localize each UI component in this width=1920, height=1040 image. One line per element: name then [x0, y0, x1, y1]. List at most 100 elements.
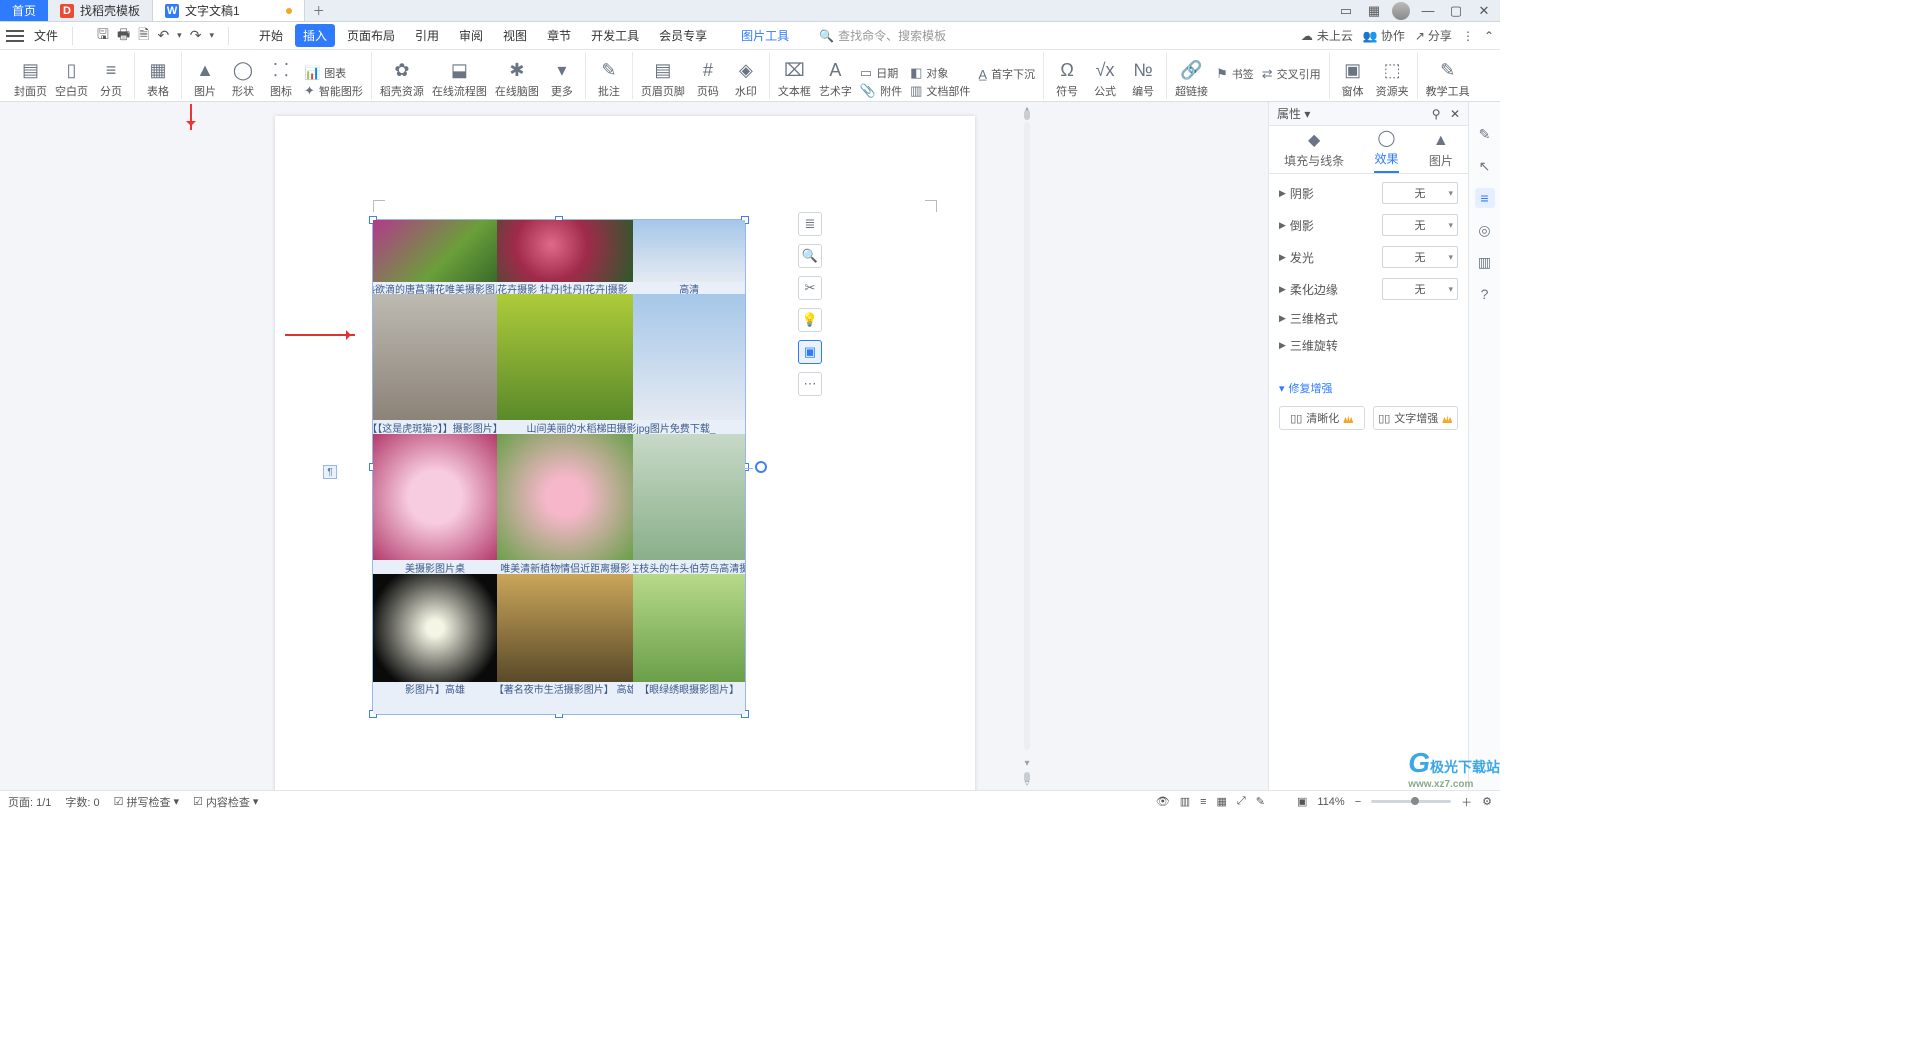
- text-enhance-button[interactable]: ▯▯文字增强: [1373, 406, 1459, 430]
- spellcheck-toggle[interactable]: ☑拼写检查 ▾: [114, 794, 179, 810]
- glow-dropdown[interactable]: 无: [1382, 246, 1458, 268]
- rail-properties-icon[interactable]: ≡: [1475, 188, 1495, 208]
- image-button[interactable]: ▲图片: [190, 59, 220, 99]
- view-print-icon[interactable]: ▥: [1180, 795, 1190, 808]
- tab-templates[interactable]: D 找稻壳模板: [48, 0, 153, 21]
- undo-icon[interactable]: ↶: [157, 27, 169, 44]
- view-fullscreen-icon[interactable]: ⤢: [1237, 795, 1246, 808]
- cloud-status[interactable]: ☁未上云: [1301, 27, 1353, 44]
- rotate-handle[interactable]: [755, 461, 767, 473]
- word-count[interactable]: 字数: 0: [65, 794, 99, 810]
- layout-toggle-icon[interactable]: ▭: [1336, 1, 1356, 21]
- comment-button[interactable]: ✎批注: [594, 59, 624, 99]
- view-outline-icon[interactable]: ▦: [1217, 795, 1227, 808]
- file-menu[interactable]: 文件: [34, 27, 58, 44]
- paragraph-anchor-icon[interactable]: ¶: [323, 465, 337, 479]
- icon-button[interactable]: ⸬图标: [266, 59, 296, 99]
- new-tab-button[interactable]: ＋: [305, 0, 333, 21]
- tab-insert[interactable]: 插入: [295, 24, 335, 47]
- shape-button[interactable]: ◯形状: [228, 59, 258, 99]
- close-button[interactable]: ✕: [1474, 1, 1494, 21]
- object-button[interactable]: ◧对象: [910, 65, 970, 81]
- vertical-scrollbar[interactable]: ▴ ▾ ▿: [1022, 102, 1032, 790]
- zoom-in-button[interactable]: ＋: [1461, 794, 1472, 810]
- equation-button[interactable]: √x公式: [1090, 59, 1120, 99]
- ribbon-collapse-icon[interactable]: ⌃: [1484, 29, 1494, 43]
- online-flowchart-button[interactable]: ⬓在线流程图: [432, 59, 487, 99]
- crop-button[interactable]: ✂: [798, 276, 822, 300]
- tab-home[interactable]: 首页: [0, 0, 48, 21]
- zoom-out-button[interactable]: −: [1355, 796, 1361, 808]
- blank-page-button[interactable]: ▯空白页: [55, 59, 88, 99]
- panel-tab-effect[interactable]: ◯效果: [1374, 128, 1398, 173]
- wordart-button[interactable]: A艺术字: [819, 59, 852, 99]
- redo-dropdown-icon[interactable]: ▾: [209, 30, 214, 41]
- textbox-button[interactable]: ⌧文本框: [778, 59, 811, 99]
- user-avatar[interactable]: [1392, 2, 1410, 20]
- more-button[interactable]: ▾更多: [547, 59, 577, 99]
- tab-vip[interactable]: 会员专享: [651, 24, 715, 47]
- glow-section[interactable]: ▶发光: [1279, 249, 1314, 266]
- reading-mode-icon[interactable]: 👁: [1156, 795, 1170, 808]
- docer-resource-button[interactable]: ✿稻壳资源: [380, 59, 424, 99]
- maximize-button[interactable]: ▢: [1446, 1, 1466, 21]
- document-canvas[interactable]: ¶ 热欲滴的唐菖蒲花唯美摄影图片: [0, 102, 1268, 790]
- more-options-button[interactable]: ⋯: [798, 372, 822, 396]
- reflection-section[interactable]: ▶倒影: [1279, 217, 1314, 234]
- tab-references[interactable]: 引用: [407, 24, 447, 47]
- close-panel-icon[interactable]: ✕: [1450, 107, 1460, 121]
- image-properties-button[interactable]: ▣: [798, 340, 822, 364]
- rail-help-icon[interactable]: ?: [1475, 284, 1495, 304]
- zoom-level[interactable]: 114%: [1317, 796, 1344, 808]
- softedge-section[interactable]: ▶柔化边缘: [1279, 281, 1338, 298]
- hamburger-icon[interactable]: [6, 29, 24, 43]
- zoom-button[interactable]: 🔍: [798, 244, 822, 268]
- enhance-section[interactable]: ▾修复增强: [1279, 380, 1458, 396]
- chart-button[interactable]: 📊图表: [304, 65, 363, 81]
- tab-chapter[interactable]: 章节: [539, 24, 579, 47]
- sharpen-button[interactable]: ▯▯清晰化: [1279, 406, 1365, 430]
- redo-icon[interactable]: ↷: [190, 27, 202, 44]
- symbol-button[interactable]: Ω符号: [1052, 59, 1082, 99]
- teaching-tools-button[interactable]: ✎教学工具: [1426, 59, 1470, 99]
- focus-mode-icon[interactable]: ✎: [1256, 795, 1265, 808]
- panel-tab-picture[interactable]: ▲图片: [1429, 132, 1453, 173]
- tab-review[interactable]: 审阅: [451, 24, 491, 47]
- fit-page-icon[interactable]: ▣: [1297, 795, 1307, 808]
- pin-panel-icon[interactable]: ⚲: [1432, 107, 1441, 121]
- dropcap-button[interactable]: A̲首字下沉: [978, 66, 1035, 82]
- minimize-button[interactable]: —: [1418, 1, 1438, 21]
- apps-grid-icon[interactable]: ▦: [1364, 1, 1384, 21]
- table-button[interactable]: ▦表格: [143, 59, 173, 99]
- print-icon[interactable]: 🖶: [117, 24, 130, 48]
- number-button[interactable]: №编号: [1128, 59, 1158, 99]
- tab-start[interactable]: 开始: [251, 24, 291, 47]
- rail-location-icon[interactable]: ◎: [1475, 220, 1495, 240]
- tab-dev[interactable]: 开发工具: [583, 24, 647, 47]
- shadow-dropdown[interactable]: 无: [1382, 182, 1458, 204]
- view-web-icon[interactable]: ≡: [1200, 796, 1206, 808]
- 3d-format-section[interactable]: ▶三维格式: [1279, 310, 1338, 327]
- contentcheck-toggle[interactable]: ☑内容检查 ▾: [193, 794, 258, 810]
- bookmark-button[interactable]: ⚑书签: [1216, 66, 1254, 82]
- crossref-button[interactable]: ⇄交叉引用: [1262, 66, 1321, 82]
- online-mindmap-button[interactable]: ✱在线脑图: [495, 59, 539, 99]
- page-number-button[interactable]: #页码: [693, 59, 723, 99]
- attachment-button[interactable]: 📎附件: [860, 83, 902, 99]
- rail-select-icon[interactable]: ↖: [1475, 156, 1495, 176]
- menu-more-icon[interactable]: ⋮: [1462, 29, 1474, 43]
- hyperlink-button[interactable]: 🔗超链接: [1175, 59, 1208, 99]
- docpart-button[interactable]: ▥文档部件: [910, 83, 970, 99]
- watermark-button[interactable]: ◈水印: [731, 59, 761, 99]
- panel-tab-fill[interactable]: ◆填充与线条: [1284, 130, 1344, 173]
- page-indicator[interactable]: 页面: 1/1: [8, 794, 51, 810]
- collab-button[interactable]: 👥协作: [1363, 27, 1405, 44]
- rail-style-icon[interactable]: ✎: [1475, 124, 1495, 144]
- selected-image[interactable]: 热欲滴的唐菖蒲花唯美摄影图片 花卉摄影 牡丹|牡丹|花卉|摄影_ 高清 【【这是…: [373, 220, 745, 714]
- next-page-icon[interactable]: ▿: [1022, 778, 1032, 788]
- search-box[interactable]: 🔍 查找命令、搜索模板: [819, 27, 946, 44]
- softedge-dropdown[interactable]: 无: [1382, 278, 1458, 300]
- tab-pagelayout[interactable]: 页面布局: [339, 24, 403, 47]
- reflection-dropdown[interactable]: 无: [1382, 214, 1458, 236]
- save-icon[interactable]: 🖫: [97, 24, 109, 48]
